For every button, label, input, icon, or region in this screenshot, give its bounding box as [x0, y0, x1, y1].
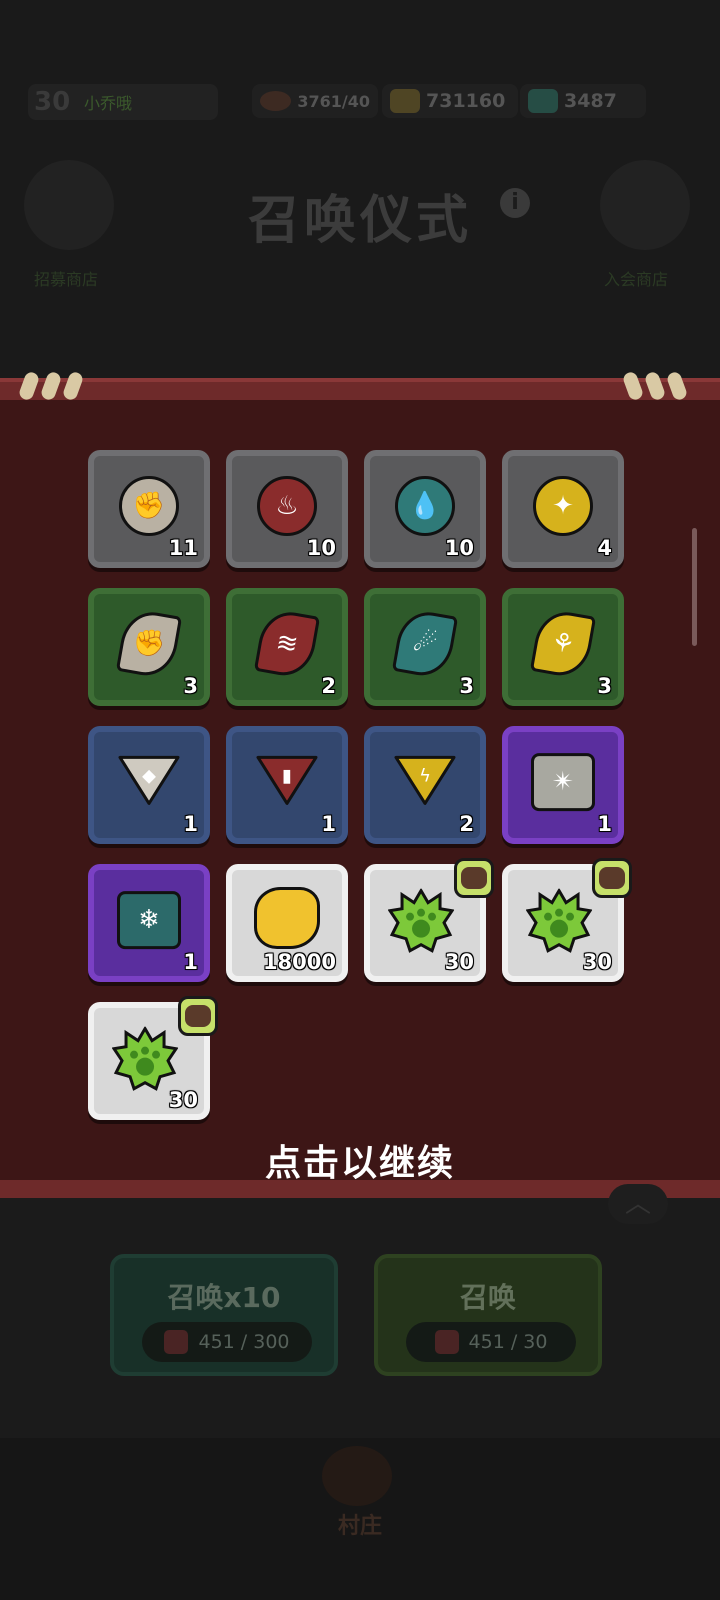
page-title: 召唤仪式 — [247, 191, 472, 251]
cat-portrait-icon — [592, 858, 632, 898]
flame-wave-rune-icon: ≋ — [253, 607, 321, 681]
svg-text:◆: ◆ — [142, 765, 156, 786]
reward-count: 3 — [459, 674, 474, 698]
green-gem-icon — [528, 89, 558, 113]
reward-count: 1 — [321, 812, 336, 836]
bear-portrait-icon — [178, 996, 218, 1036]
reward-count: 10 — [306, 536, 336, 560]
summon-x10-cost: 451 / 300 — [142, 1322, 312, 1362]
mole-portrait-icon — [454, 858, 494, 898]
reward-card[interactable]: 30 — [502, 858, 632, 982]
reward-card[interactable]: 30 — [364, 858, 494, 982]
svg-text:▮: ▮ — [282, 765, 292, 786]
gold-ore-icon — [390, 89, 420, 113]
summon-scroll-icon — [434, 1330, 459, 1354]
reward-card[interactable]: 18000 — [226, 864, 348, 982]
reward-card[interactable]: 30 — [88, 996, 218, 1120]
info-icon[interactable]: i — [500, 188, 530, 218]
plant-rune-icon: ⚘ — [529, 607, 597, 681]
reward-count: 1 — [597, 812, 612, 836]
reward-card[interactable]: ✊ 11 — [88, 450, 210, 568]
reward-count: 11 — [168, 536, 198, 560]
resource-gem[interactable]: 3487 — [520, 84, 646, 118]
stone-rune-icon: ◆ — [118, 755, 180, 805]
reward-card[interactable]: ♨ 10 — [226, 450, 348, 568]
reward-count: 30 — [582, 950, 612, 974]
reward-card[interactable]: ▮ 1 — [226, 726, 348, 844]
green-paw-crystal-icon — [526, 888, 593, 953]
resource-value: 3487 — [564, 90, 617, 112]
green-paw-crystal-icon — [112, 1026, 179, 1091]
reward-count: 2 — [321, 674, 336, 698]
svg-text:ϟ: ϟ — [419, 765, 431, 786]
claw-decoration-left — [14, 368, 92, 402]
village-label: 村庄 — [337, 1514, 382, 1539]
member-shop-label: 入会商店 — [604, 270, 669, 289]
fist-halo-rune-icon: ✊ — [115, 607, 183, 681]
reward-card[interactable]: ϟ2 — [364, 726, 486, 844]
snowflake-rune-icon: ❄ — [117, 891, 181, 950]
recruit-shop-label: 招募商店 — [34, 270, 99, 289]
resource-value: 3761/40 — [297, 91, 370, 111]
cost-text: 451 / 300 — [198, 1331, 290, 1353]
meat-icon — [260, 91, 292, 111]
summon-panel — [0, 1198, 720, 1438]
fist-rune-icon: ✊ — [119, 476, 179, 536]
reward-card[interactable]: ◆ 1 — [88, 726, 210, 844]
summon-x10-label: 召唤x10 — [167, 1281, 281, 1314]
summon-button[interactable]: 召唤 451 / 30 — [374, 1254, 602, 1376]
resource-value: 731160 — [426, 90, 506, 112]
reward-scrollbar[interactable] — [692, 528, 697, 646]
reward-card[interactable]: ✦ 4 — [502, 450, 624, 568]
comet-rune-icon: ☄ — [391, 607, 459, 681]
collapse-arrow-icon[interactable]: ︿ — [608, 1184, 668, 1224]
village-icon[interactable] — [322, 1446, 392, 1506]
reward-count: 2 — [459, 812, 474, 836]
player-level: 30 — [34, 87, 71, 117]
player-info[interactable]: 30 小乔哦 — [28, 84, 218, 120]
lightning-rune-icon: ϟ — [394, 755, 456, 805]
tree-stump-rune-icon: ♨ — [257, 476, 317, 536]
summon-x10-button[interactable]: 召唤x10 451 / 300 — [110, 1254, 338, 1376]
reward-card[interactable]: ❄ 1 — [88, 864, 210, 982]
reward-count: 3 — [183, 674, 198, 698]
reward-count: 1 — [183, 950, 198, 974]
resource-meat[interactable]: 3761/40 — [252, 84, 378, 118]
reward-card[interactable]: ☄ 3 — [364, 588, 486, 706]
reward-count: 18000 — [262, 950, 336, 974]
summon-cost: 451 / 30 — [406, 1322, 576, 1362]
reward-card[interactable]: ⚘ 3 — [502, 588, 624, 706]
reward-card[interactable]: ≋ 2 — [226, 588, 348, 706]
tap-to-continue[interactable]: 点击以继续 — [0, 1134, 720, 1186]
summon-scroll-icon — [164, 1330, 189, 1354]
reward-count: 4 — [597, 536, 612, 560]
claw-decoration-right — [618, 368, 696, 402]
green-paw-crystal-icon — [388, 888, 455, 953]
reward-card[interactable]: 💧 10 — [364, 450, 486, 568]
reward-count: 10 — [444, 536, 474, 560]
resource-gold[interactable]: 731160 — [382, 84, 518, 118]
water-drops-rune-icon: 💧 — [395, 476, 455, 536]
reward-count: 1 — [183, 812, 198, 836]
reward-count: 3 — [597, 674, 612, 698]
reward-card[interactable]: ✊ 3 — [88, 588, 210, 706]
top-bar: 30 小乔哦 3761/40 731160 3487 — [0, 70, 720, 130]
reward-card[interactable]: ✴ 1 — [502, 726, 624, 844]
summon-label: 召唤 — [459, 1281, 516, 1314]
pillar-rune-icon: ▮ — [256, 755, 318, 805]
reward-count: 30 — [444, 950, 474, 974]
cost-text: 451 / 30 — [468, 1331, 548, 1353]
reward-count: 30 — [168, 1088, 198, 1112]
sparkle-rune-icon: ✦ — [533, 476, 593, 536]
splash-rune-icon: ✴ — [531, 753, 595, 812]
gold-nugget-icon — [254, 887, 320, 950]
player-name: 小乔哦 — [84, 94, 133, 113]
